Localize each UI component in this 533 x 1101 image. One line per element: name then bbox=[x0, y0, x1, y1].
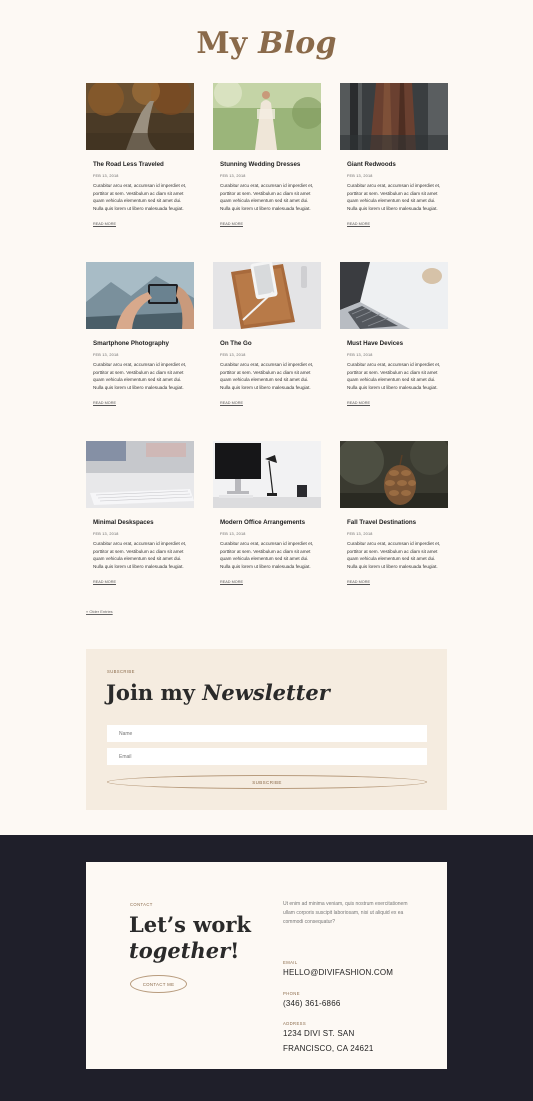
post-thumbnail-forest-road[interactable] bbox=[86, 83, 194, 150]
blog-post-card: The Road Less Traveled FEB 13, 2018 Cura… bbox=[86, 83, 194, 262]
post-thumbnail-white-keyboard[interactable] bbox=[86, 441, 194, 508]
post-thumbnail-phone-leather-case[interactable] bbox=[213, 262, 321, 329]
post-date: FEB 13, 2018 bbox=[220, 353, 246, 357]
post-thumbnail-pine-cone[interactable] bbox=[340, 441, 448, 508]
email-label: EMAIL bbox=[283, 960, 298, 965]
contact-footer: CONTACT Let’s work together! CONTACT ME … bbox=[0, 835, 533, 1101]
post-title[interactable]: Must Have Devices bbox=[347, 340, 448, 347]
post-title[interactable]: Smartphone Photography bbox=[93, 340, 194, 347]
phone-value[interactable]: (346) 361-6866 bbox=[283, 997, 341, 1011]
newsletter-eyebrow: SUBSCRIBE bbox=[107, 669, 135, 674]
read-more-link[interactable]: READ MORE bbox=[93, 222, 116, 226]
newsletter-email-input[interactable] bbox=[107, 748, 427, 765]
blog-post-card: Modern Office Arrangements FEB 13, 2018 … bbox=[213, 441, 321, 620]
post-title[interactable]: Modern Office Arrangements bbox=[220, 519, 321, 526]
post-excerpt: Curabitur arcu erat, accumsan id imperdi… bbox=[220, 183, 314, 211]
post-date: FEB 13, 2018 bbox=[93, 532, 119, 536]
post-excerpt: Curabitur arcu erat, accumsan id imperdi… bbox=[347, 362, 441, 390]
post-date: FEB 13, 2018 bbox=[220, 174, 246, 178]
blog-post-card: On The Go FEB 13, 2018 Curabitur arcu er… bbox=[213, 262, 321, 441]
older-entries-link[interactable]: « Older Entries bbox=[86, 609, 113, 614]
post-date: FEB 13, 2018 bbox=[220, 532, 246, 536]
contact-title: Let’s work together! bbox=[129, 912, 251, 963]
read-more-link[interactable]: READ MORE bbox=[220, 222, 243, 226]
blog-post-card: Stunning Wedding Dresses FEB 13, 2018 Cu… bbox=[213, 83, 321, 262]
blog-post-card: Smartphone Photography FEB 13, 2018 Cura… bbox=[86, 262, 194, 441]
read-more-link[interactable]: READ MORE bbox=[347, 222, 370, 226]
address-line-1: 1234 DIVI ST. SAN bbox=[283, 1029, 355, 1038]
post-excerpt: Curabitur arcu erat, accumsan id imperdi… bbox=[93, 362, 187, 390]
subscribe-button[interactable]: SUBSCRIBE bbox=[107, 775, 427, 789]
contact-me-button[interactable]: CONTACT ME bbox=[130, 975, 187, 993]
address-label: ADDRESS bbox=[283, 1021, 307, 1026]
post-date: FEB 13, 2018 bbox=[347, 353, 373, 357]
post-thumbnail-phone-mountains[interactable] bbox=[86, 262, 194, 329]
newsletter-name-input[interactable] bbox=[107, 725, 427, 742]
read-more-link[interactable]: READ MORE bbox=[93, 580, 116, 584]
post-date: FEB 13, 2018 bbox=[347, 174, 373, 178]
post-excerpt: Curabitur arcu erat, accumsan id imperdi… bbox=[93, 183, 187, 211]
post-title[interactable]: Fall Travel Destinations bbox=[347, 519, 448, 526]
post-title[interactable]: Giant Redwoods bbox=[347, 161, 448, 168]
address-line-2: FRANCISCO, CA 24621 bbox=[283, 1044, 374, 1053]
post-title[interactable]: On The Go bbox=[220, 340, 321, 347]
contact-intro: Ut enim ad minima veniam, quis nostrum e… bbox=[283, 901, 408, 925]
read-more-link[interactable]: READ MORE bbox=[347, 401, 370, 405]
post-excerpt: Curabitur arcu erat, accumsan id imperdi… bbox=[220, 362, 314, 390]
post-thumbnail-redwood-trunk[interactable] bbox=[340, 83, 448, 150]
post-excerpt: Curabitur arcu erat, accumsan id imperdi… bbox=[93, 541, 187, 569]
post-date: FEB 13, 2018 bbox=[93, 353, 119, 357]
email-value[interactable]: HELLO@DIVIFASHION.COM bbox=[283, 966, 393, 980]
post-thumbnail-bride-field[interactable] bbox=[213, 83, 321, 150]
newsletter-section: SUBSCRIBE Join my Newsletter SUBSCRIBE bbox=[86, 649, 447, 810]
post-date: FEB 13, 2018 bbox=[347, 532, 373, 536]
newsletter-title: Join my Newsletter bbox=[106, 680, 330, 705]
read-more-link[interactable]: READ MORE bbox=[220, 401, 243, 405]
post-excerpt: Curabitur arcu erat, accumsan id imperdi… bbox=[347, 541, 441, 569]
read-more-link[interactable]: READ MORE bbox=[347, 580, 370, 584]
post-date: FEB 13, 2018 bbox=[93, 174, 119, 178]
blog-post-grid: The Road Less Traveled FEB 13, 2018 Cura… bbox=[86, 83, 448, 620]
post-title[interactable]: Minimal Deskspaces bbox=[93, 519, 194, 526]
blog-post-card: Giant Redwoods FEB 13, 2018 Curabitur ar… bbox=[340, 83, 448, 262]
post-title[interactable]: The Road Less Traveled bbox=[93, 161, 194, 168]
blog-post-card: Must Have Devices FEB 13, 2018 Curabitur… bbox=[340, 262, 448, 441]
read-more-link[interactable]: READ MORE bbox=[220, 580, 243, 584]
contact-eyebrow: CONTACT bbox=[130, 902, 153, 907]
phone-label: PHONE bbox=[283, 991, 300, 996]
post-title[interactable]: Stunning Wedding Dresses bbox=[220, 161, 321, 168]
post-thumbnail-desk-monitor-lamp[interactable] bbox=[213, 441, 321, 508]
post-excerpt: Curabitur arcu erat, accumsan id imperdi… bbox=[347, 183, 441, 211]
post-thumbnail-laptop-keyboard[interactable] bbox=[340, 262, 448, 329]
blog-post-card: Minimal Deskspaces FEB 13, 2018 Curabitu… bbox=[86, 441, 194, 620]
contact-card: CONTACT Let’s work together! CONTACT ME … bbox=[86, 862, 447, 1069]
blog-post-card: Fall Travel Destinations FEB 13, 2018 Cu… bbox=[340, 441, 448, 620]
read-more-link[interactable]: READ MORE bbox=[93, 401, 116, 405]
post-excerpt: Curabitur arcu erat, accumsan id imperdi… bbox=[220, 541, 314, 569]
page-title: My Blog bbox=[196, 26, 337, 61]
